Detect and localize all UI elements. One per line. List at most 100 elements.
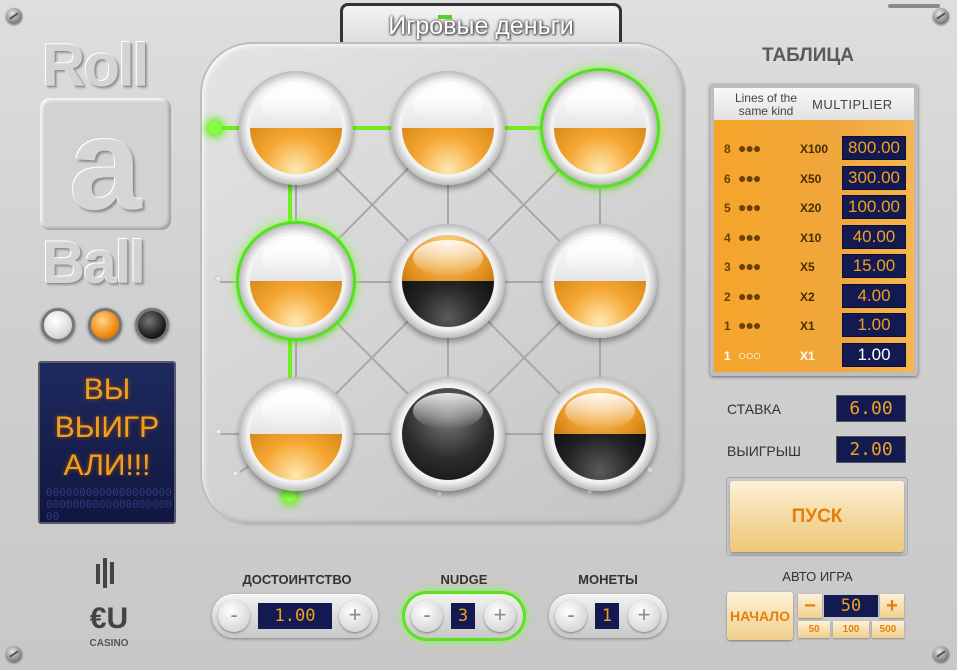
- paytable-value: 1.00: [842, 313, 906, 337]
- paytable-dots-icon: ●●●: [738, 228, 761, 245]
- paytable-lines: 8: [724, 142, 731, 156]
- paytable: Lines of the same kind MULTIPLIER 8 ●●● X1…: [710, 84, 918, 376]
- nudge-minus-button[interactable]: -: [411, 600, 443, 632]
- line-marker: [215, 275, 222, 282]
- title-indicator: [438, 15, 452, 19]
- paytable-multiplier: X2: [800, 289, 815, 304]
- paytable-value: 4.00: [842, 283, 906, 308]
- screw-icon: [6, 646, 22, 662]
- screw-icon: [6, 8, 22, 24]
- line-marker: [436, 490, 443, 497]
- paytable-row: 5 ●●● X20 100.00: [714, 195, 914, 219]
- ball-cell[interactable]: [391, 71, 505, 185]
- paytable-lines: 1: [724, 319, 731, 333]
- auto-count-value: 50: [824, 595, 878, 617]
- auto-play-control: − 50 + 50 100 500: [796, 592, 906, 640]
- nudge-control: - 3 +: [405, 594, 523, 638]
- ball: [554, 388, 646, 480]
- select-orange-ball[interactable]: [88, 308, 122, 342]
- paytable-row: 1 ●●● X1 1.00: [714, 313, 914, 337]
- paytable-row: 6 ●●● X50 300.00: [714, 165, 914, 190]
- ball-cell[interactable]: [391, 224, 505, 338]
- line-marker: [232, 470, 239, 477]
- paytable-value: 300.00: [842, 165, 906, 190]
- paytable-multiplier: X10: [800, 230, 822, 245]
- ball-cell[interactable]: [239, 377, 353, 491]
- top-edge-bar: [888, 4, 940, 8]
- nudge-value: 3: [451, 603, 475, 629]
- paytable-value: 1.00: [842, 342, 906, 367]
- ball: [554, 82, 646, 174]
- spin-button[interactable]: ПУСК: [730, 481, 904, 552]
- game-screen: Игровые деньги Roll a Ball ВЫ ВЫИГР АЛИ!…: [0, 0, 957, 670]
- ball: [250, 235, 342, 327]
- paytable-row: 1 ○○○ X1 1.00: [714, 342, 914, 367]
- paytable-dots-icon: ○○○: [738, 346, 761, 363]
- paytable-lines: 2: [724, 289, 731, 304]
- auto-preset-50[interactable]: 50: [798, 621, 830, 638]
- coins-value: 1: [595, 603, 619, 629]
- ball-cell[interactable]: [543, 377, 657, 491]
- paytable-multiplier: X20: [800, 201, 822, 215]
- paytable-body: 8 ●●● X100 800.00 6 ●●● X50 300.00 5 ●●● X20 100.00…: [714, 120, 914, 372]
- logo-ball: Ball: [42, 229, 146, 296]
- denomination-control: - 1.00 +: [212, 594, 378, 638]
- select-black-ball[interactable]: [135, 308, 169, 342]
- nudge-plus-button[interactable]: +: [484, 600, 516, 632]
- paytable-row: 3 ●●● X5 15.00: [714, 254, 914, 278]
- logo-a: a: [40, 98, 171, 230]
- win-value: 2.00: [836, 436, 906, 463]
- denomination-minus-button[interactable]: -: [218, 600, 250, 632]
- auto-preset-500[interactable]: 500: [872, 621, 904, 638]
- denomination-value: 1.00: [258, 603, 332, 629]
- provider-sub: CASINO: [89, 638, 129, 649]
- coins-control: - 1 +: [549, 594, 667, 638]
- paytable-dots-icon: ●●●: [738, 140, 761, 156]
- win-label: ВЫИГРЫШ: [727, 443, 801, 459]
- line-marker: [215, 428, 222, 435]
- ball-cell[interactable]: [391, 377, 505, 491]
- paytable-multiplier: X50: [800, 171, 822, 186]
- paytable-row: 4 ●●● X10 40.00: [714, 224, 914, 249]
- provider-logo: €U: [89, 602, 129, 635]
- paytable-multiplier: X1: [800, 319, 815, 333]
- nudge-label: NUDGE: [440, 572, 488, 587]
- ball: [250, 388, 342, 480]
- paytable-value: 40.00: [842, 224, 906, 249]
- auto-minus-button[interactable]: −: [798, 594, 822, 618]
- screw-icon: [933, 8, 949, 24]
- game-board: [200, 42, 686, 526]
- paytable-dots-icon: ●●●: [738, 287, 761, 304]
- coins-label: МОНЕТЫ: [578, 572, 638, 587]
- coins-minus-button[interactable]: -: [555, 600, 587, 632]
- auto-start-button[interactable]: НАЧАЛО: [727, 592, 793, 640]
- paytable-row: 2 ●●● X2 4.00: [714, 283, 914, 308]
- paytable-dots-icon: ●●●: [738, 169, 761, 186]
- paytable-multiplier: X5: [800, 260, 815, 274]
- win-message: ВЫ ВЫИГР АЛИ!!!: [54, 373, 160, 482]
- ball-cell[interactable]: [239, 224, 353, 338]
- ball-cell[interactable]: [543, 71, 657, 185]
- paytable-lines: 5: [724, 201, 731, 215]
- ball-cell[interactable]: [543, 224, 657, 338]
- denomination-label: ДОСТОИНТСТВО: [242, 572, 352, 587]
- paytable-value: 15.00: [842, 254, 906, 278]
- auto-preset-100[interactable]: 100: [833, 621, 869, 638]
- paytable-col-multiplier: MULTIPLIER: [812, 97, 893, 112]
- paytable-lines: 6: [724, 171, 731, 186]
- paytable-lines: 3: [724, 260, 731, 274]
- ball: [402, 388, 494, 480]
- select-white-ball[interactable]: [41, 308, 75, 342]
- paytable-dots-icon: ●●●: [738, 317, 761, 333]
- denomination-plus-button[interactable]: +: [339, 600, 371, 632]
- active-line-marker: [209, 122, 221, 134]
- coins-plus-button[interactable]: +: [628, 600, 660, 632]
- auto-plus-button[interactable]: +: [880, 594, 904, 618]
- active-line-marker: [284, 490, 296, 502]
- paytable-multiplier: X1: [800, 348, 815, 363]
- paytable-dots-icon: ●●●: [738, 258, 761, 274]
- ball-cell[interactable]: [239, 71, 353, 185]
- auto-play-label: АВТО ИГРА: [782, 569, 853, 584]
- paytable-lines: 4: [724, 230, 731, 245]
- ball: [402, 82, 494, 174]
